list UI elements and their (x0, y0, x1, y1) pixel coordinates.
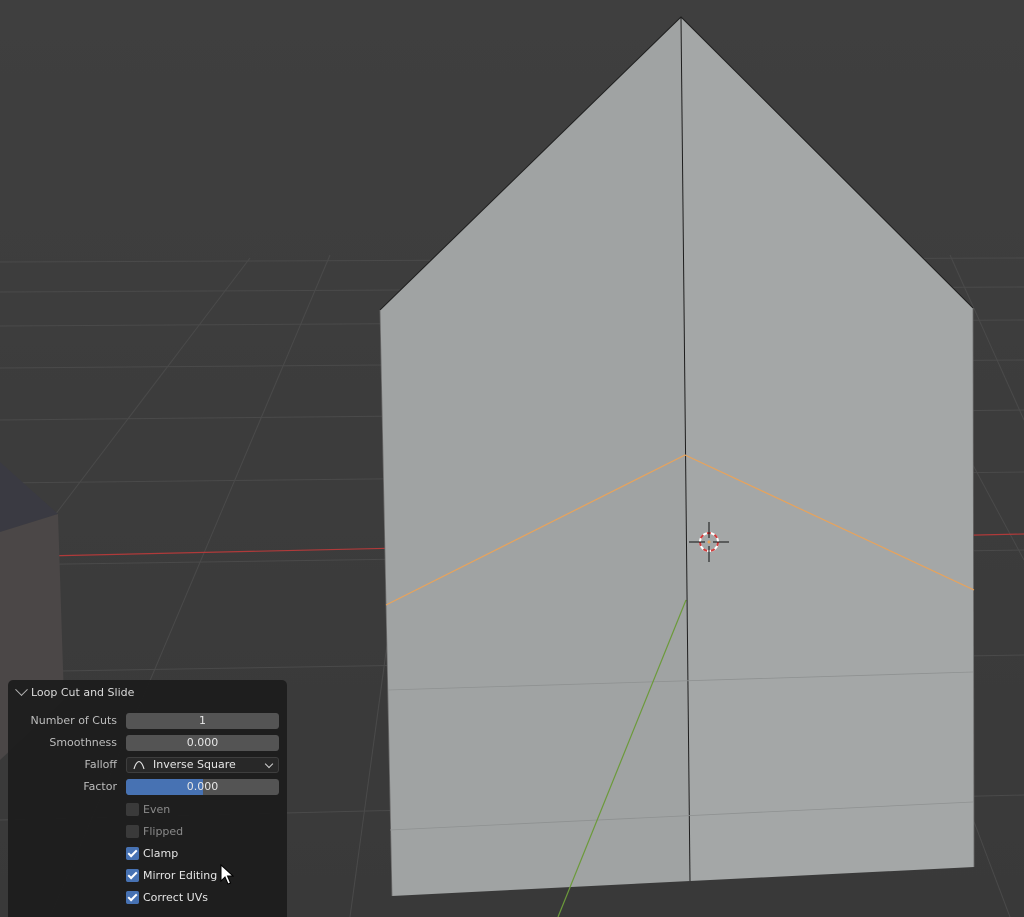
number-of-cuts-row: Number of Cuts 1 (8, 713, 287, 729)
falloff-dropdown[interactable]: Inverse Square (126, 757, 279, 773)
correct-uvs-label: Correct UVs (143, 890, 208, 904)
clamp-checkbox-row[interactable]: Clamp (126, 845, 178, 861)
even-label: Even (143, 802, 171, 816)
clamp-label: Clamp (143, 846, 179, 860)
correct-uvs-checkbox-row[interactable]: Correct UVs (126, 889, 208, 905)
falloff-label: Falloff (84, 758, 117, 771)
smoothness-field[interactable]: 0.000 (126, 735, 279, 751)
mirror-editing-checkbox[interactable] (126, 868, 139, 882)
correct-uvs-checkbox[interactable] (126, 890, 139, 904)
even-checkbox-row[interactable]: Even (126, 801, 170, 817)
smoothness-label: Smoothness (49, 736, 117, 749)
operator-panel-title: Loop Cut and Slide (31, 685, 135, 699)
factor-label: Factor (83, 780, 117, 793)
even-checkbox[interactable] (126, 802, 139, 816)
chevron-down-icon[interactable] (15, 682, 28, 696)
mirror-editing-label: Mirror Editing (143, 868, 218, 882)
number-of-cuts-label: Number of Cuts (30, 714, 117, 727)
operator-panel-header[interactable]: Loop Cut and Slide (8, 680, 287, 704)
falloff-curve-icon (133, 760, 145, 770)
factor-value: 0.000 (186, 780, 219, 793)
mouse-pointer-icon (220, 864, 234, 885)
dropdown-arrow-icon (264, 759, 274, 769)
operator-panel: Loop Cut and Slide Number of Cuts 1 Smoo… (8, 680, 287, 917)
factor-slider[interactable]: 0.000 (126, 779, 279, 795)
flipped-checkbox[interactable] (126, 824, 139, 838)
clamp-checkbox[interactable] (126, 846, 139, 860)
flipped-checkbox-row[interactable]: Flipped (126, 823, 183, 839)
smoothness-row: Smoothness 0.000 (8, 735, 287, 751)
falloff-row: Falloff Inverse Square (8, 757, 287, 773)
falloff-value: Inverse Square (153, 758, 236, 771)
number-of-cuts-field[interactable]: 1 (126, 713, 279, 729)
flipped-label: Flipped (143, 824, 184, 838)
factor-row: Factor 0.000 (8, 779, 287, 795)
mirror-editing-checkbox-row[interactable]: Mirror Editing (126, 867, 217, 883)
